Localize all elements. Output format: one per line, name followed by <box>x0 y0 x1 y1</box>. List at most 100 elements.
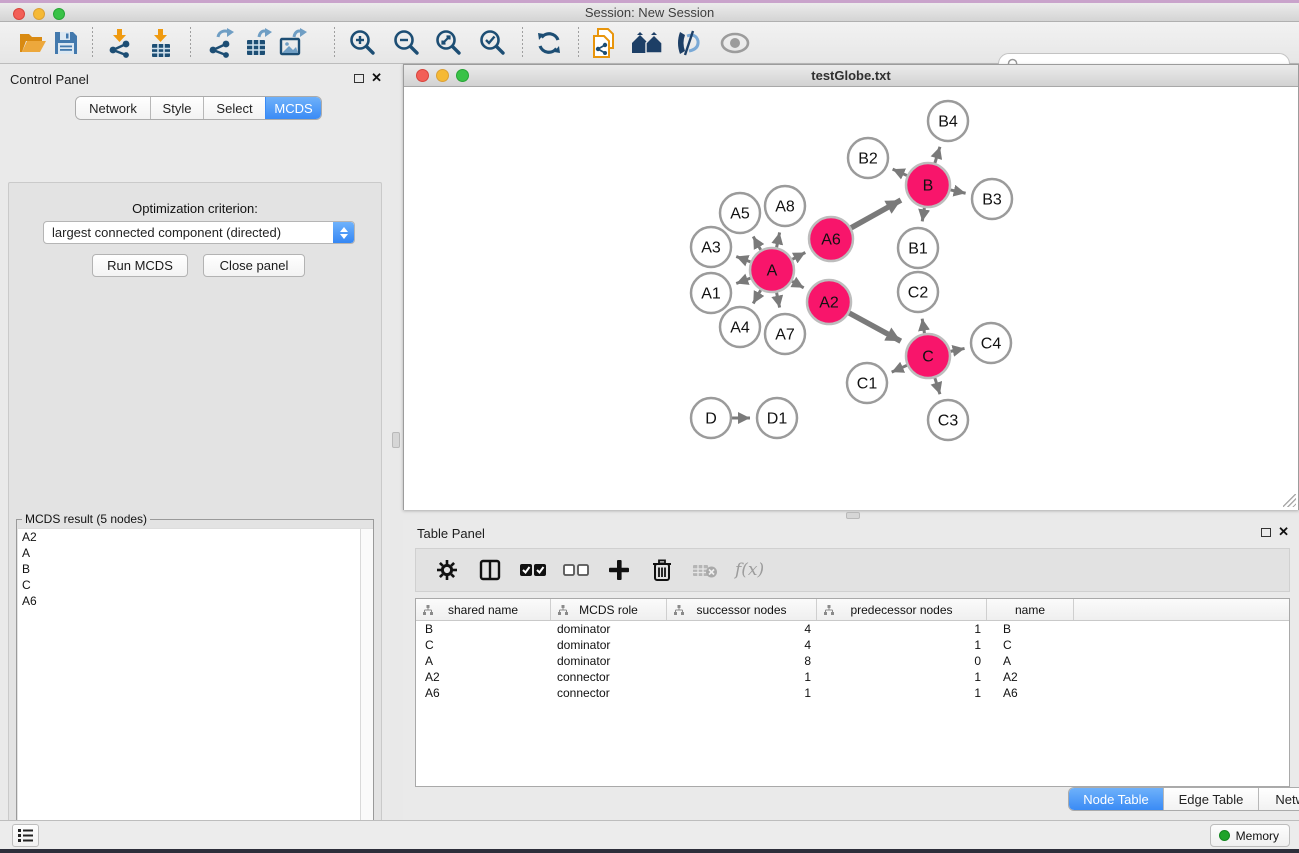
horizontal-splitter-grip[interactable] <box>846 512 860 519</box>
horizontal-splitter[interactable] <box>403 510 1299 520</box>
import-network-icon[interactable] <box>103 27 137 59</box>
import-table-icon[interactable] <box>144 27 178 59</box>
graph-node-A3[interactable]: A3 <box>691 227 731 267</box>
select-all-icon[interactable] <box>520 557 546 583</box>
refresh-icon[interactable] <box>532 27 566 59</box>
table-row[interactable]: Adominator80A <box>416 653 1289 669</box>
graph-edge-A-A7[interactable] <box>777 293 780 308</box>
graph-node-C[interactable]: C <box>906 334 950 378</box>
graph-node-A5[interactable]: A5 <box>720 193 760 233</box>
table-row[interactable]: A6connector11A6 <box>416 685 1289 701</box>
table-row[interactable]: A2connector11A2 <box>416 669 1289 685</box>
graph-node-B2[interactable]: B2 <box>848 138 888 178</box>
graph-node-A8[interactable]: A8 <box>765 186 805 226</box>
graph-node-C3[interactable]: C3 <box>928 400 968 440</box>
graph-node-A4[interactable]: A4 <box>720 307 760 347</box>
column-header-shared-name[interactable]: shared name <box>416 599 551 620</box>
result-item[interactable]: A2 <box>18 529 373 545</box>
clone-network-icon[interactable] <box>588 27 622 59</box>
graph-edge-C-C1[interactable] <box>892 365 907 372</box>
save-session-icon[interactable] <box>49 27 83 59</box>
close-panel-icon[interactable]: ✕ <box>371 73 382 83</box>
close-panel-button[interactable]: Close panel <box>203 254 305 277</box>
float-panel-icon[interactable] <box>354 74 364 83</box>
graph-edge-B-B4[interactable] <box>935 147 940 163</box>
vertical-splitter-grip[interactable] <box>392 432 400 448</box>
table-tab-network-table[interactable]: Network Table <box>1258 788 1299 810</box>
deselect-all-icon[interactable] <box>563 557 589 583</box>
result-item[interactable]: C <box>18 577 373 593</box>
result-list-scrollbar[interactable] <box>360 529 373 853</box>
delete-icon[interactable] <box>649 557 675 583</box>
show-columns-icon[interactable] <box>477 557 503 583</box>
table-tab-edge-table[interactable]: Edge Table <box>1163 788 1258 810</box>
graph-node-A[interactable]: A <box>750 248 794 292</box>
close-table-panel-icon[interactable]: ✕ <box>1278 527 1289 537</box>
graph-node-C1[interactable]: C1 <box>847 363 887 403</box>
tab-mcds[interactable]: MCDS <box>265 97 321 119</box>
result-item[interactable]: B <box>18 561 373 577</box>
graph-edge-C-C3[interactable] <box>935 378 940 394</box>
column-header-MCDS-role[interactable]: MCDS role <box>551 599 667 620</box>
tab-style[interactable]: Style <box>150 97 203 119</box>
graphics-details-icon[interactable] <box>670 27 704 59</box>
graph-node-D1[interactable]: D1 <box>757 398 797 438</box>
export-image-icon[interactable] <box>275 27 309 59</box>
mcds-result-list[interactable]: A2ABCA6 <box>18 528 373 853</box>
graph-edge-A-A4[interactable] <box>753 290 761 303</box>
cybrowser-home-icon[interactable] <box>630 27 664 59</box>
birdseye-view-icon[interactable] <box>718 27 752 59</box>
graph-edge-B-B2[interactable] <box>893 169 907 175</box>
graph-edge-A6-B[interactable] <box>851 200 901 228</box>
zoom-selected-icon[interactable] <box>475 27 509 59</box>
graph-edge-A-A1[interactable] <box>736 278 750 283</box>
graph-edge-B-B1[interactable] <box>922 208 924 222</box>
graph-node-A6[interactable]: A6 <box>809 217 853 261</box>
graph-node-A7[interactable]: A7 <box>765 314 805 354</box>
graph-node-C2[interactable]: C2 <box>898 272 938 312</box>
graph-node-A2[interactable]: A2 <box>807 280 851 324</box>
graph-edge-A-A5[interactable] <box>753 237 761 250</box>
task-history-button[interactable] <box>12 824 39 847</box>
window-resize-grip[interactable] <box>1283 494 1296 507</box>
table-settings-icon[interactable] <box>434 557 460 583</box>
run-mcds-button[interactable]: Run MCDS <box>92 254 188 277</box>
graph-node-D[interactable]: D <box>691 398 731 438</box>
criterion-dropdown[interactable]: largest connected component (directed) <box>43 221 355 244</box>
open-file-icon[interactable] <box>16 27 50 59</box>
column-header-name[interactable]: name <box>987 599 1074 620</box>
graph-node-B4[interactable]: B4 <box>928 101 968 141</box>
table-row[interactable]: Cdominator41C <box>416 637 1289 653</box>
zoom-fit-icon[interactable] <box>431 27 465 59</box>
graph-node-B3[interactable]: B3 <box>972 179 1012 219</box>
table-row[interactable]: Bdominator41B <box>416 621 1289 637</box>
column-header-successor-nodes[interactable]: successor nodes <box>667 599 817 620</box>
graph-edge-B-B3[interactable] <box>950 190 965 193</box>
graph-edge-A-A3[interactable] <box>736 257 750 262</box>
result-item[interactable]: A6 <box>18 593 373 609</box>
graph-node-B[interactable]: B <box>906 163 950 207</box>
graph-edge-A-A2[interactable] <box>792 281 804 288</box>
graph-edge-C-C4[interactable] <box>951 348 965 351</box>
export-network-icon[interactable] <box>203 27 237 59</box>
graph-edge-A-A6[interactable] <box>792 252 805 259</box>
table-tab-node-table[interactable]: Node Table <box>1069 788 1163 810</box>
network-window-titlebar[interactable]: testGlobe.txt <box>404 65 1298 87</box>
graph-edge-A2-C[interactable] <box>849 313 901 341</box>
graph-edge-A-A8[interactable] <box>777 232 780 247</box>
graph-node-C4[interactable]: C4 <box>971 323 1011 363</box>
vertical-splitter[interactable] <box>390 64 403 820</box>
add-icon[interactable] <box>606 557 632 583</box>
network-canvas[interactable]: A5A8A3A1A4A7AA6A2BB1B2B3B4CC1C2C3C4DD1 <box>404 87 1298 510</box>
column-header-predecessor-nodes[interactable]: predecessor nodes <box>817 599 987 620</box>
memory-button[interactable]: Memory <box>1210 824 1290 847</box>
zoom-in-icon[interactable] <box>345 27 379 59</box>
graph-edge-C-C2[interactable] <box>922 319 924 334</box>
zoom-out-icon[interactable] <box>389 27 423 59</box>
result-item[interactable]: A <box>18 545 373 561</box>
tab-select[interactable]: Select <box>203 97 265 119</box>
float-table-panel-icon[interactable] <box>1261 528 1271 537</box>
tab-network[interactable]: Network <box>76 97 150 119</box>
export-table-icon[interactable] <box>241 27 275 59</box>
graph-node-A1[interactable]: A1 <box>691 273 731 313</box>
